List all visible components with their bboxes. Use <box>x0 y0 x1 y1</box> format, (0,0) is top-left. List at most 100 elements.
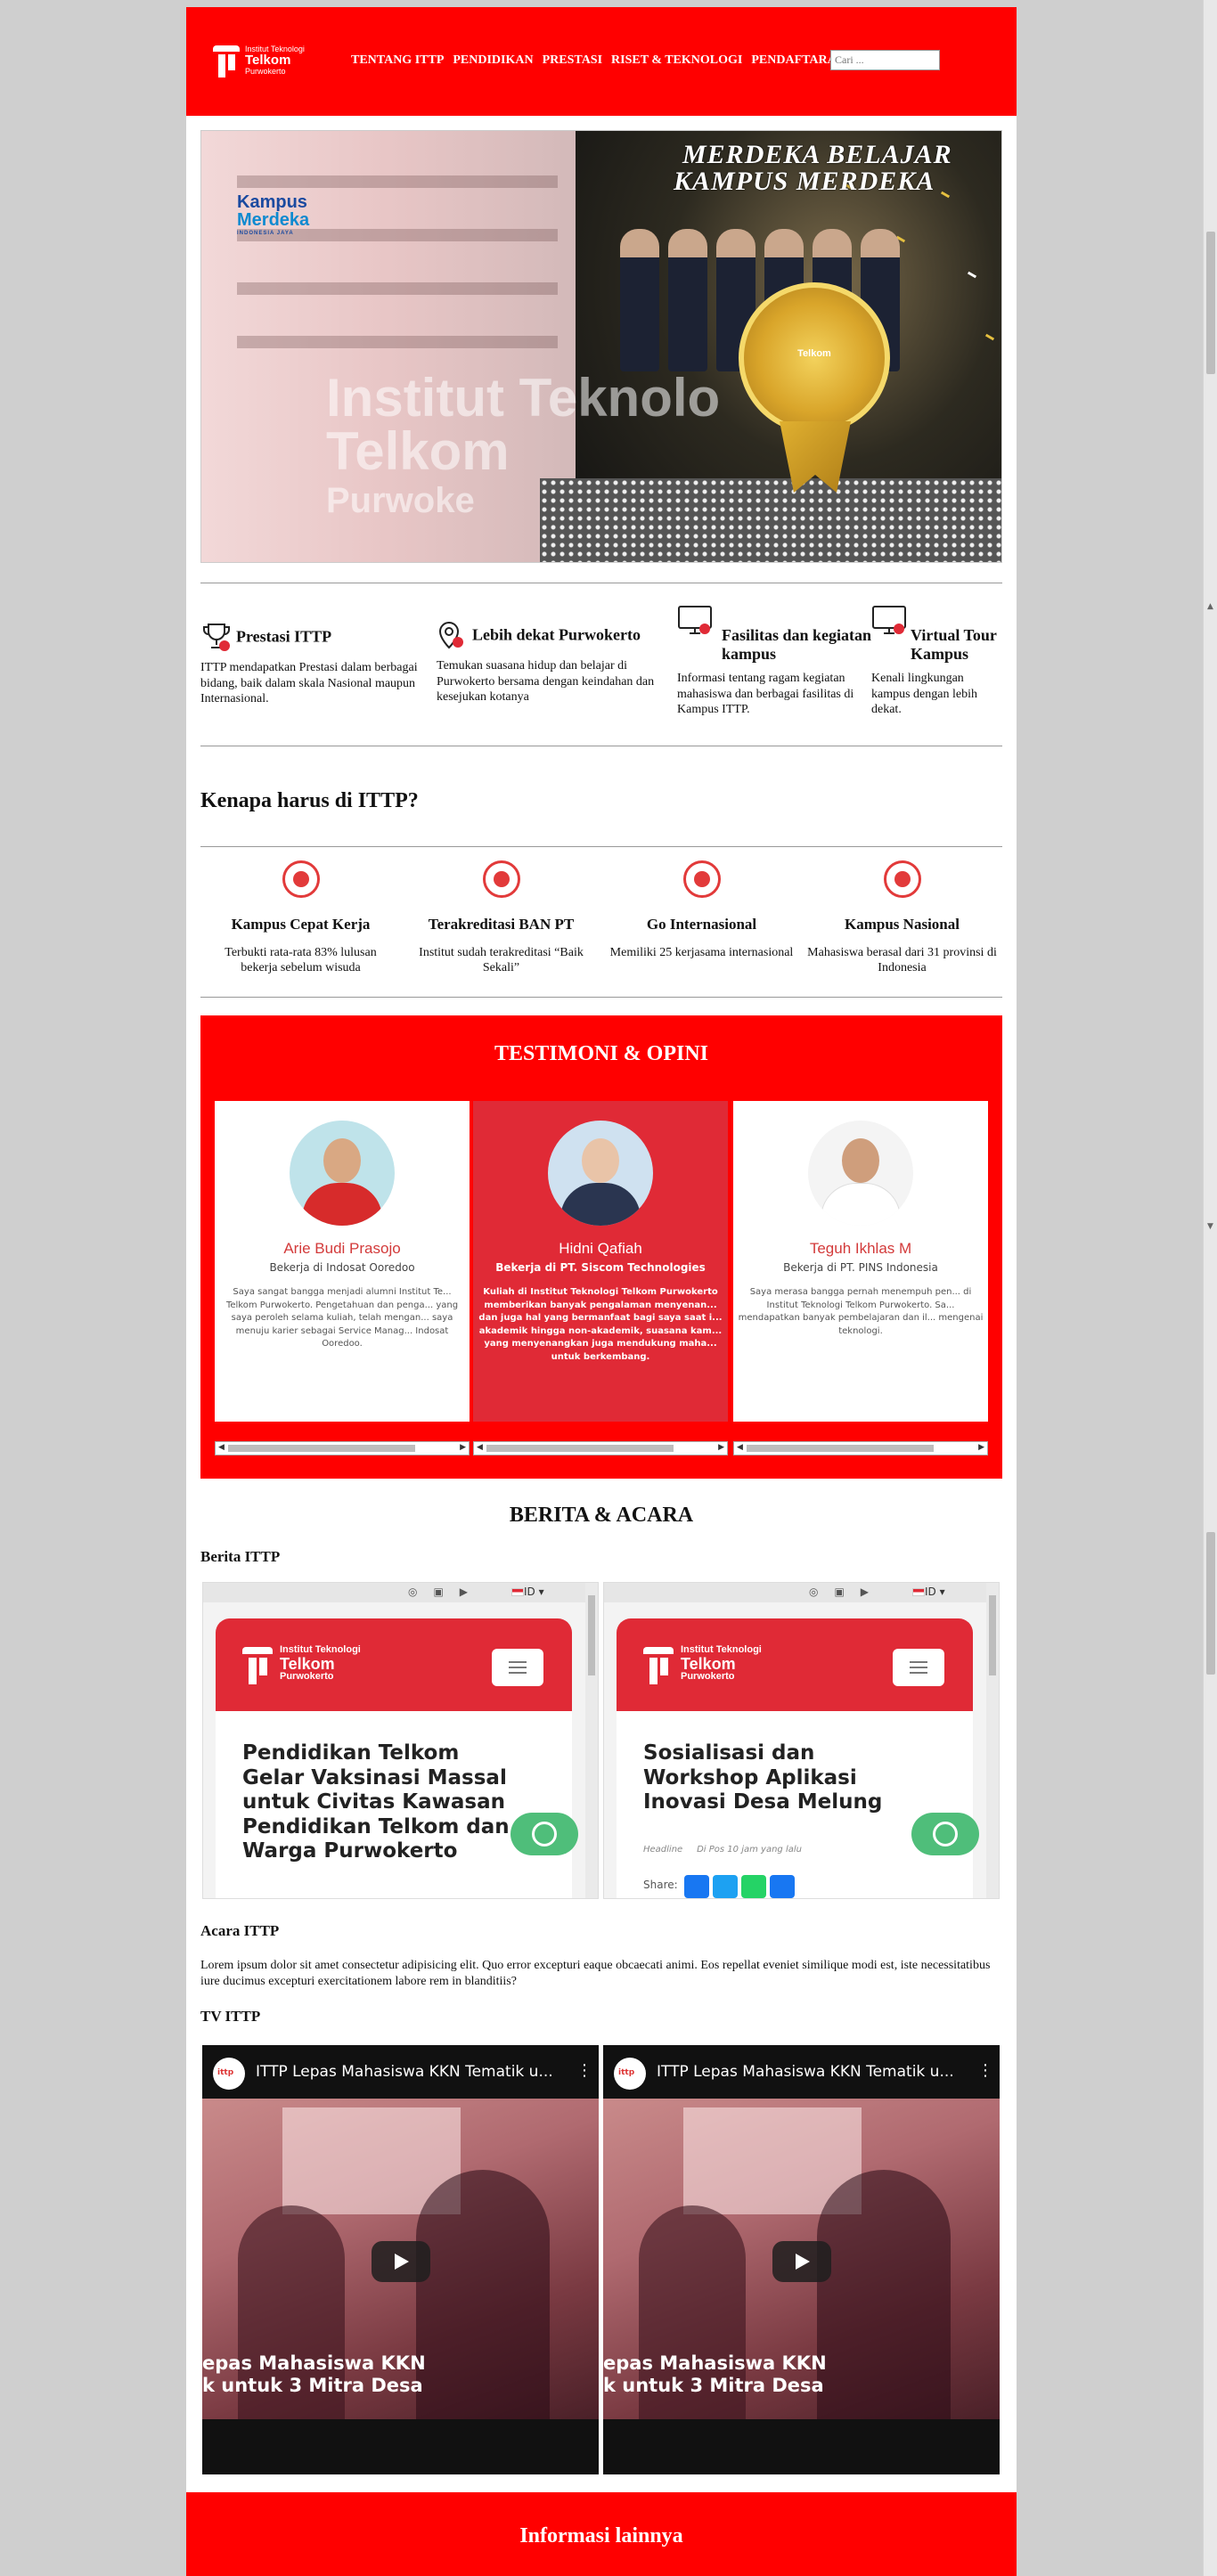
scrollbar-thumb-2[interactable] <box>1206 1532 1215 1675</box>
language-select[interactable]: ID ▾ <box>912 1586 945 1598</box>
kampus-merdeka-badge: Kampus Merdeka INDONESIA JAYA <box>237 193 309 236</box>
play-button[interactable] <box>772 2241 831 2282</box>
hero-title-line2: KAMPUS MERDEKA <box>674 167 935 196</box>
scroll-down-arrow[interactable]: ▼ <box>1207 1222 1213 1231</box>
video-title[interactable]: ITTP Lepas Mahasiswa KKN Tematik u... <box>657 2063 954 2081</box>
testimoni-card[interactable]: Hidni Qafiah Bekerja di PT. Siscom Techn… <box>473 1101 728 1422</box>
why-item-desc: Memiliki 25 kerjasama internasional <box>609 946 794 959</box>
badge-line2: Merdeka <box>237 210 310 230</box>
divider <box>200 846 1002 847</box>
scroll-up-arrow[interactable]: ▲ <box>1207 602 1213 611</box>
search-input[interactable] <box>830 50 940 70</box>
site-header: Institut Teknologi Telkom Purwokerto TEN… <box>186 7 1017 116</box>
video-player[interactable]: ittp ITTP Lepas Mahasiswa KKN Tematik u.… <box>603 2045 1000 2474</box>
hero-flowers <box>540 478 1001 562</box>
why-item-cepat-kerja: Kampus Cepat Kerja Terbukti rata-rata 83… <box>200 853 401 1005</box>
feature-desc: Temukan suasana hidup dan belajar di Pur… <box>437 659 655 704</box>
berita-title: BERITA & ACARA <box>509 1504 694 1527</box>
play-button[interactable] <box>372 2241 430 2282</box>
tv-label: TV ITTP <box>200 2008 261 2025</box>
main-nav: TENTANG ITTP PENDIDIKAN PRESTASI RISET &… <box>351 53 845 68</box>
whatsapp-share-icon[interactable] <box>741 1875 766 1898</box>
news-meta-tag: Headline <box>643 1845 683 1855</box>
logo-mark-icon <box>213 44 240 77</box>
embed-logo-line1: Institut Teknologi <box>681 1644 762 1655</box>
nav-pendidikan[interactable]: PENDIDIKAN <box>453 53 533 68</box>
why-item-title: Kampus Nasional <box>845 916 960 933</box>
feature-title: Prestasi ITTP <box>236 627 332 646</box>
feature-fasilitas[interactable]: Fasilitas dan kegiatan kampus Informasi … <box>677 605 873 718</box>
testimoni-name: Teguh Ikhlas M <box>809 1240 912 1257</box>
feature-virtual-tour[interactable]: Virtual Tour Kampus Kenali lingkungan ka… <box>871 605 1005 718</box>
news-embed[interactable]: ◎▣▶ ID ▾ Institut Teknologi Telkom Purwo… <box>603 1582 1000 1899</box>
language-label: ID <box>524 1586 535 1598</box>
news-embed[interactable]: ◎▣▶ ID ▾ Institut Teknologi Telkom Purwo… <box>202 1582 599 1899</box>
why-item-desc: Terbukti rata-rata 83% lulusan bekerja s… <box>225 946 377 974</box>
hamburger-menu-icon[interactable] <box>492 1649 543 1686</box>
whatsapp-button[interactable] <box>510 1813 578 1855</box>
share-plus-icon[interactable] <box>770 1875 795 1898</box>
site-logo[interactable]: Institut Teknologi Telkom Purwokerto <box>213 41 329 80</box>
news-heading[interactable]: Pendidikan Telkom Gelar Vaksinasi Massal… <box>242 1741 510 1864</box>
world-map-icon <box>883 860 921 898</box>
video-player[interactable]: ittp ITTP Lepas Mahasiswa KKN Tematik u.… <box>202 2045 599 2474</box>
flag-icon <box>511 1588 524 1596</box>
handshake-icon <box>282 860 320 898</box>
channel-avatar[interactable]: ittp <box>614 2058 646 2090</box>
embed-logo-line1: Institut Teknologi <box>280 1644 361 1655</box>
testimoni-role: Bekerja di PT. Siscom Technologies <box>495 1261 706 1274</box>
feature-prestasi[interactable]: Prestasi ITTP ITTP mendapatkan Prestasi … <box>200 621 423 707</box>
embed-scrollbar[interactable] <box>986 1583 999 1898</box>
testimoni-quote: Saya merasa bangga pernah menempuh pen..… <box>738 1287 984 1336</box>
embed-logo-line2: Telkom <box>681 1654 736 1673</box>
avatar <box>290 1121 395 1226</box>
logo-mark-icon <box>643 1647 674 1686</box>
footer: Informasi lainnya <box>186 2492 1017 2576</box>
why-item-desc: Mahasiswa berasal dari 31 provinsi di In… <box>807 946 997 974</box>
testimoni-card[interactable]: Arie Budi Prasojo Bekerja di Indosat Oor… <box>215 1101 470 1422</box>
why-item-nasional: Kampus Nasional Mahasiswa berasal dari 3… <box>802 853 1002 1005</box>
channel-avatar[interactable]: ittp <box>213 2058 245 2090</box>
card-hscrollbar[interactable]: ◀ ▶ <box>473 1441 728 1455</box>
logo-mark-icon <box>242 1647 273 1686</box>
card-hscrollbar[interactable]: ◀ ▶ <box>215 1441 470 1455</box>
nav-prestasi[interactable]: PRESTASI <box>543 53 602 68</box>
social-icons: ◎▣▶ <box>809 1586 886 1598</box>
feature-desc: Informasi tentang ragam kegiatan mahasis… <box>677 672 854 716</box>
language-label: ID <box>925 1586 936 1598</box>
feature-purwokerto[interactable]: Lebih dekat Purwokerto Temukan suasana h… <box>437 619 668 705</box>
twitter-share-icon[interactable] <box>713 1875 738 1898</box>
page-scrollbar[interactable]: ▲ ▼ <box>1203 0 1217 2576</box>
share-label: Share: <box>643 1879 678 1891</box>
channel-name: ittp <box>618 2068 635 2077</box>
phone-icon <box>532 1822 557 1846</box>
caption-line2: k untuk 3 Mitra Desa <box>603 2375 824 2397</box>
scrollbar-thumb[interactable] <box>1206 232 1215 374</box>
why-list: Kampus Cepat Kerja Terbukti rata-rata 83… <box>200 853 1002 1005</box>
nav-riset[interactable]: RISET & TEKNOLOGI <box>611 53 742 68</box>
testimoni-role: Bekerja di Indosat Ooredoo <box>269 1261 415 1274</box>
why-item-title: Terakreditasi BAN PT <box>428 916 575 933</box>
hamburger-menu-icon[interactable] <box>893 1649 944 1686</box>
more-options-icon[interactable]: ⋮ <box>576 2061 592 2080</box>
medal-text: Telkom <box>797 348 831 359</box>
whatsapp-button[interactable] <box>911 1813 979 1855</box>
testimoni-card[interactable]: Teguh Ikhlas M Bekerja di PT. PINS Indon… <box>733 1101 988 1422</box>
testimoni-quote: Kuliah di Institut Teknologi Telkom Purw… <box>478 1287 723 1362</box>
phone-icon <box>933 1822 958 1846</box>
news-heading[interactable]: Sosialisasi dan Workshop Aplikasi Inovas… <box>643 1741 911 1815</box>
testimoni-role: Bekerja di PT. PINS Indonesia <box>783 1261 938 1274</box>
monitor-icon <box>677 605 712 637</box>
testimoni-quote: Saya sangat bangga menjadi alumni Instit… <box>225 1287 459 1349</box>
nav-tentang[interactable]: TENTANG ITTP <box>351 53 444 68</box>
hero-watermark-line1: Institut Teknolo <box>326 368 721 428</box>
video-caption: epas Mahasiswa KKN k untuk 3 Mitra Desa <box>603 2352 827 2397</box>
more-options-icon[interactable]: ⋮ <box>977 2061 993 2080</box>
language-select[interactable]: ID ▾ <box>511 1586 544 1598</box>
card-hscrollbar[interactable]: ◀ ▶ <box>733 1441 988 1455</box>
feature-title: Lebih dekat Purwokerto <box>472 625 641 644</box>
testimoni-title: TESTIMONI & OPINI <box>494 1042 709 1065</box>
facebook-share-icon[interactable] <box>684 1875 709 1898</box>
embed-scrollbar[interactable] <box>585 1583 598 1898</box>
video-title[interactable]: ITTP Lepas Mahasiswa KKN Tematik u... <box>256 2063 553 2081</box>
